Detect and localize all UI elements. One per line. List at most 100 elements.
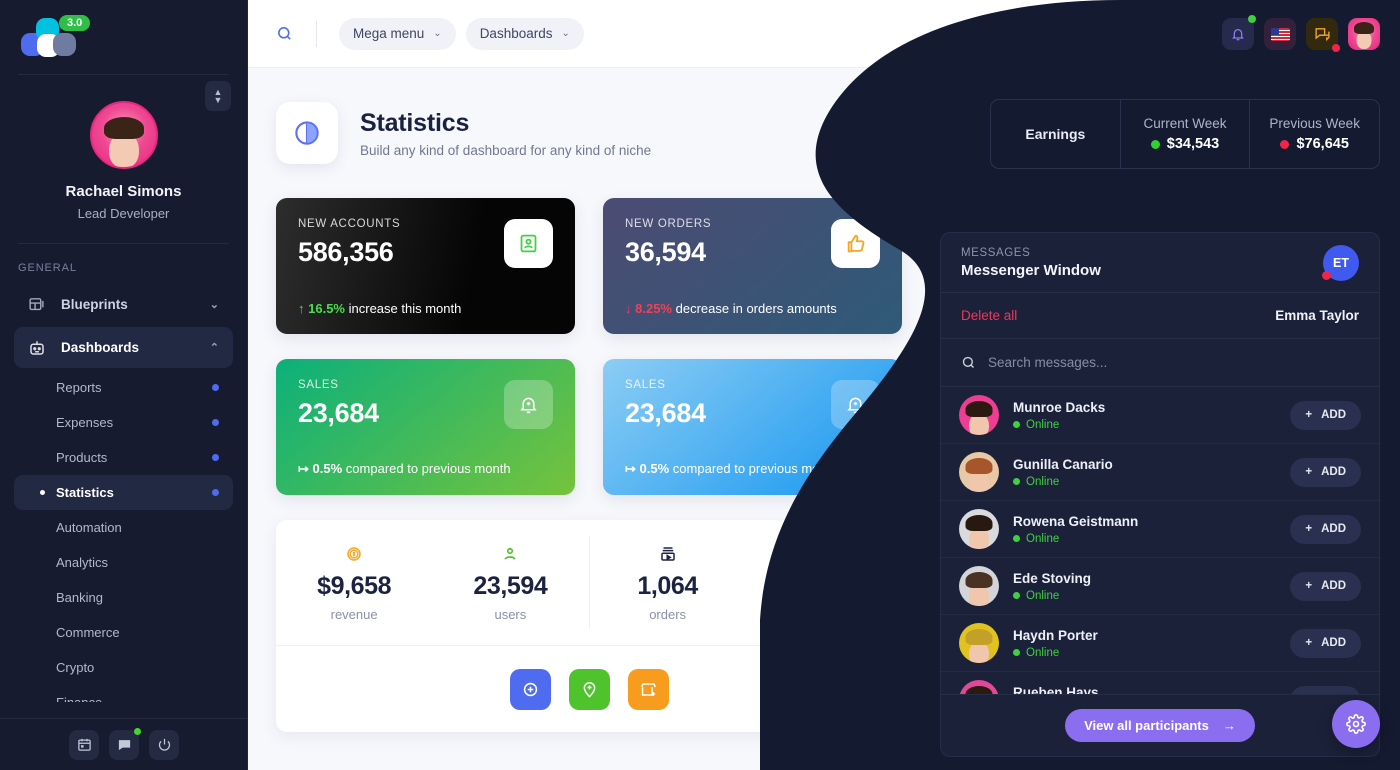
list-item[interactable]: Gunilla Canario Online + ADD [941, 444, 1379, 501]
stat-card-new-orders[interactable]: NEW ORDERS 36,594 ↓ 8.25% decrease in or… [603, 198, 902, 334]
chat-icon[interactable] [1306, 18, 1340, 52]
add-contact-button[interactable]: + ADD [1290, 571, 1361, 601]
avatar[interactable] [89, 101, 158, 169]
store-plus-icon[interactable] [627, 668, 669, 710]
topbar-right-icons [1222, 15, 1380, 52]
contact-name: Haydn Porter [1013, 627, 1098, 643]
messenger-avatar[interactable]: ET [1322, 244, 1359, 281]
add-contact-button[interactable]: + ADD [1290, 628, 1361, 658]
arrow-right-icon: → [1222, 718, 1236, 733]
metric-value: $9,658 [317, 571, 392, 600]
sidebar-subitem-label: Crypto [56, 660, 95, 675]
trend-arrow-icon: ↑ [298, 301, 305, 316]
stat-card-footer: ↦ 0.5% compared to previous month [298, 461, 511, 477]
stat-card-delta: 0.5% [312, 461, 343, 476]
add-contact-button[interactable]: + ADD [1290, 514, 1361, 544]
stat-card-sales-blue[interactable]: SALES 23,684 ↦ 0.5% compared to previous… [603, 359, 902, 495]
plus-circle-icon[interactable] [509, 668, 551, 710]
metric-value: 1,064 [637, 571, 698, 600]
sidebar-subitem-finance[interactable]: Finance [14, 685, 233, 702]
metric-orders-2: 9,678M orders [746, 520, 902, 645]
avatar[interactable] [1348, 18, 1380, 50]
plus-icon: + [1305, 466, 1313, 478]
earnings-title-cell: Earnings [991, 100, 1120, 168]
contact-name: Rowena Geistmann [1013, 513, 1139, 529]
avatar [959, 566, 999, 606]
earnings-value-wrap: $34,543 [1150, 136, 1219, 152]
delete-all-button[interactable]: Delete all [961, 308, 1017, 323]
add-contact-button[interactable]: + ADD [1290, 400, 1361, 430]
us-flag-icon[interactable] [1264, 18, 1296, 50]
bell-plus-icon [504, 380, 553, 429]
metric-value: 9,678M [783, 571, 865, 600]
bell-plus-icon [831, 380, 880, 429]
avatar [959, 452, 999, 492]
sidebar-subitem-analytics[interactable]: Analytics [14, 545, 233, 580]
sidebar-profile: ▲ ▼ Rachael Simons Lead Developer [0, 75, 247, 243]
add-contact-button[interactable]: + ADD [1290, 457, 1361, 487]
status-dot-icon [212, 384, 219, 391]
stat-card-note: increase this month [348, 301, 462, 316]
contact-list: Munroe Dacks Online + ADD Gunilla Canari… [941, 387, 1379, 694]
mega-menu-button[interactable]: Mega menu ⌄ [339, 17, 456, 50]
sidebar-subitem-expenses[interactable]: Expenses [14, 405, 233, 440]
box-icon [659, 544, 677, 564]
sidebar-subitem-statistics[interactable]: Statistics [14, 475, 233, 510]
search-input[interactable]: Search messages... [988, 355, 1107, 370]
coin-icon [345, 544, 363, 564]
sidebar-subitem-label: Statistics [56, 485, 114, 500]
page-subtitle: Build any kind of dashboard for any kind… [360, 142, 652, 158]
view-all-participants-button[interactable]: View all participants → [1065, 709, 1255, 742]
sidebar-subitem-banking[interactable]: Banking [14, 580, 233, 615]
list-item[interactable]: Munroe Dacks Online + ADD [941, 387, 1379, 444]
messenger-avatar-initials: ET [1333, 255, 1349, 270]
user-icon [501, 544, 519, 564]
status-dot-icon [212, 454, 219, 461]
bell-icon[interactable] [1222, 15, 1256, 50]
brand-logo[interactable]: 3.0 [0, 0, 247, 74]
plus-icon: + [1305, 409, 1313, 421]
sidebar-subitem-products[interactable]: Products [14, 440, 233, 475]
add-label: ADD [1321, 409, 1346, 421]
sidebar-subitem-reports[interactable]: Reports [14, 370, 233, 405]
add-contact-button[interactable]: + ADD [1290, 685, 1361, 694]
sidebar-subitem-commerce[interactable]: Commerce [14, 615, 233, 650]
calendar-icon[interactable] [69, 729, 99, 760]
settings-fab-button[interactable] [1332, 700, 1380, 748]
contact-name: Ede Stoving [1013, 570, 1092, 586]
sidebar-subitem-automation[interactable]: Automation [14, 510, 233, 545]
earnings-title: Earnings [1025, 126, 1086, 142]
list-item[interactable]: Rowena Geistmann Online + ADD [941, 501, 1379, 558]
thumbs-up-icon [831, 219, 880, 268]
sidebar-nav: GENERAL Blueprints ⌄ Dashboards ⌃ Report… [0, 244, 247, 702]
messenger-search-row[interactable]: Search messages... [941, 339, 1379, 387]
stat-card-delta: 8.25% [635, 301, 672, 316]
stat-card-footer: ↑ 16.5% increase this month [298, 301, 461, 316]
contact-card-icon [504, 219, 553, 268]
stat-card-sales-green[interactable]: SALES 23,684 ↦ 0.5% compared to previous… [276, 359, 575, 495]
sidebar-item-blueprints[interactable]: Blueprints ⌄ [14, 284, 233, 325]
power-icon[interactable] [149, 729, 179, 760]
map-pin-plus-icon[interactable] [568, 668, 610, 710]
contact-name: Gunilla Canario [1013, 456, 1113, 472]
profile-switch-button[interactable]: ▲ ▼ [205, 81, 231, 111]
search-icon[interactable] [276, 25, 298, 42]
sidebar-subitem-label: Banking [56, 590, 103, 605]
chat-icon[interactable] [109, 727, 141, 760]
sidebar-footer [0, 718, 247, 770]
status-dot-icon [212, 419, 219, 426]
metrics-card: $9,658 revenue 23,594 users 1,064 orders… [276, 520, 902, 732]
list-item[interactable]: Haydn Porter Online + ADD [941, 615, 1379, 672]
sidebar-subitem-crypto[interactable]: Crypto [14, 650, 233, 685]
sidebar-item-dashboards[interactable]: Dashboards ⌃ [14, 327, 233, 368]
topbar-divider [316, 20, 317, 47]
plus-icon: + [1305, 580, 1313, 592]
list-item[interactable]: Ede Stoving Online + ADD [941, 558, 1379, 615]
profile-name: Rachael Simons [65, 183, 182, 200]
metric-caption: orders [649, 606, 687, 622]
stat-card-new-accounts[interactable]: NEW ACCOUNTS 586,356 ↑ 16.5% increase th… [276, 198, 575, 334]
list-item[interactable]: Rueben Hays Online + ADD [941, 672, 1379, 694]
dashboards-menu-button[interactable]: Dashboards ⌄ [465, 17, 584, 50]
action-buttons-row [276, 645, 902, 732]
stat-card-note: decrease in orders amounts [675, 301, 837, 316]
